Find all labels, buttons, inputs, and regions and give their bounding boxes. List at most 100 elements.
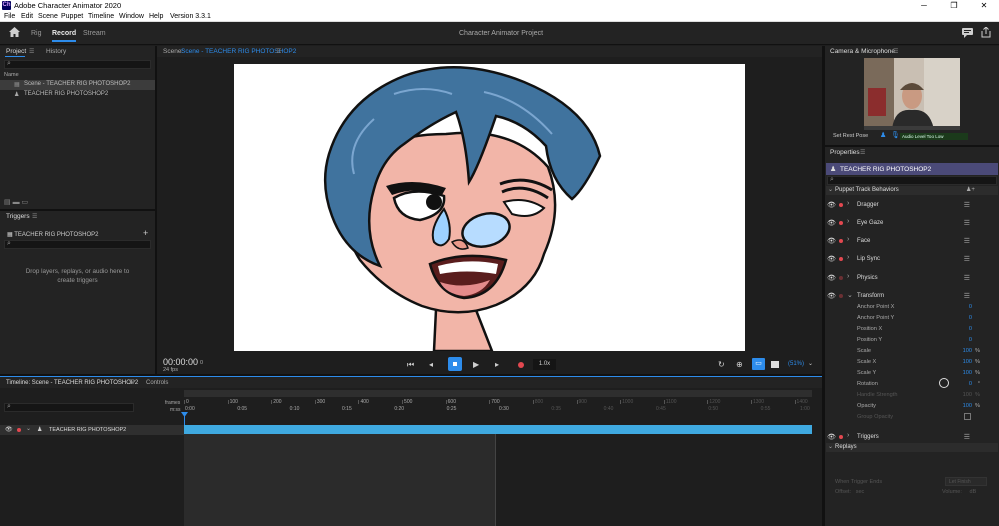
behavior-lip-sync[interactable]: 👁 › Lip Sync ☰ <box>826 253 998 265</box>
behavior-menu-icon[interactable]: ☰ <box>964 237 970 245</box>
properties-search-input[interactable]: ⌕ <box>827 176 997 185</box>
share-icon[interactable] <box>981 27 991 38</box>
project-menu-icon[interactable]: ☰ <box>29 48 34 55</box>
record-arm-icon[interactable] <box>839 294 843 298</box>
record-arm-icon[interactable] <box>839 435 843 439</box>
zoom-level[interactable]: (51%) <box>788 361 804 367</box>
rest-pose-icon[interactable]: ♟ <box>880 131 886 139</box>
param-value[interactable]: 0 <box>969 315 972 321</box>
behavior-dragger[interactable]: 👁 › Dragger ☰ <box>826 199 998 211</box>
camera-menu-icon[interactable]: ☰ <box>893 48 898 55</box>
chevron-right-icon[interactable]: › <box>847 218 849 225</box>
playback-speed[interactable]: 1.0x <box>533 359 556 370</box>
play-icon[interactable]: ▶ <box>473 360 479 369</box>
behavior-menu-icon[interactable]: ☰ <box>964 255 970 263</box>
param-rotation[interactable]: Rotation 0 ° <box>857 378 980 390</box>
param-anchor-point-y[interactable]: Anchor Point Y 0 <box>857 313 972 324</box>
folder-icon[interactable]: ▬ <box>13 199 20 206</box>
behavior-transform[interactable]: 👁 ⌄ Transform ☰ <box>826 290 998 302</box>
eye-icon[interactable]: 👁 <box>827 219 836 227</box>
new-scene-icon[interactable]: ▤ <box>4 199 11 206</box>
behavior-face[interactable]: 👁 › Face ☰ <box>826 235 998 247</box>
param-position-x[interactable]: Position X 0 <box>857 324 972 335</box>
behavior-eye-gaze[interactable]: 👁 › Eye Gaze ☰ <box>826 217 998 229</box>
record-arm-icon[interactable] <box>839 276 843 280</box>
chevron-right-icon[interactable]: › <box>847 432 849 439</box>
preview-icon[interactable]: ▭ <box>752 358 765 370</box>
eye-icon[interactable]: 👁 <box>827 274 836 282</box>
menu-edit[interactable]: Edit <box>21 13 33 20</box>
tab-rig[interactable]: Rig <box>31 30 42 37</box>
menu-puppet[interactable]: Puppet <box>61 13 83 20</box>
add-behavior-icon[interactable]: ♟+ <box>966 186 975 193</box>
param-scale-x[interactable]: Scale X 100% <box>857 357 980 368</box>
behavior-triggers[interactable]: 👁 › Triggers ☰ <box>826 431 998 443</box>
record-arm-icon[interactable] <box>839 221 843 225</box>
group-opacity-checkbox[interactable] <box>964 413 971 420</box>
chevron-right-icon[interactable]: › <box>847 254 849 261</box>
set-rest-pose-button[interactable]: Set Rest Pose <box>833 133 868 139</box>
timeline-scrollbar[interactable] <box>184 390 812 397</box>
rotation-dial-icon[interactable] <box>939 378 949 388</box>
param-value[interactable]: 0 <box>969 381 972 387</box>
background-swatch[interactable] <box>771 361 779 368</box>
properties-menu-icon[interactable]: ☰ <box>860 149 865 156</box>
param-value[interactable]: 0 <box>969 326 972 332</box>
record-arm-icon[interactable] <box>839 257 843 261</box>
record-arm-icon[interactable] <box>839 239 843 243</box>
chat-icon[interactable] <box>962 28 973 38</box>
record-arm-icon[interactable] <box>17 428 21 432</box>
menu-version[interactable]: Version 3.3.1 <box>170 13 211 20</box>
behavior-menu-icon[interactable]: ☰ <box>964 219 970 227</box>
behavior-menu-icon[interactable]: ☰ <box>964 274 970 282</box>
triggers-search-input[interactable]: ⌕ <box>4 240 151 249</box>
param-value[interactable]: 100 <box>963 370 972 376</box>
microphone-icon[interactable]: 🎙 <box>891 131 900 139</box>
param-value[interactable]: 0 <box>969 337 972 343</box>
behavior-menu-icon[interactable]: ☰ <box>964 201 970 209</box>
stop-button[interactable] <box>448 357 462 371</box>
selected-puppet-row[interactable]: ♟ TEACHER RIG PHOTOSHOP2 <box>826 163 998 175</box>
tab-controls[interactable]: Controls <box>146 380 168 386</box>
behavior-physics[interactable]: 👁 › Physics ☰ <box>826 272 998 284</box>
maximize-icon[interactable]: ❐ <box>939 0 969 11</box>
triggers-menu-icon[interactable]: ☰ <box>32 213 37 220</box>
param-position-y[interactable]: Position Y 0 <box>857 335 972 346</box>
column-name[interactable]: Name <box>4 72 19 78</box>
menu-help[interactable]: Help <box>149 13 163 20</box>
timeline-track-header[interactable]: 👁 ⌄ ♟ TEACHER RIG PHOTOSHOP2 <box>0 425 184 435</box>
param-opacity[interactable]: Opacity 100% <box>857 401 980 412</box>
triggers-puppet-row[interactable]: ▦ TEACHER RIG PHOTOSHOP2 <box>7 231 98 238</box>
project-item-scene[interactable]: ▦ Scene - TEACHER RIG PHOTOSHOP2 <box>0 80 155 90</box>
menu-timeline[interactable]: Timeline <box>88 13 114 20</box>
project-search-input[interactable]: ⌕ <box>4 60 151 69</box>
param-value[interactable]: 100 <box>963 359 972 365</box>
tab-record[interactable]: Record <box>52 30 77 42</box>
scene-stage[interactable] <box>234 64 745 351</box>
menu-scene[interactable]: Scene <box>38 13 58 20</box>
menu-window[interactable]: Window <box>119 13 144 20</box>
project-item-puppet[interactable]: ♟ TEACHER RIG PHOTOSHOP2 <box>0 90 155 100</box>
minimize-icon[interactable]: ─ <box>909 0 939 11</box>
loop-icon[interactable]: ↻ <box>718 360 725 369</box>
track-bar[interactable] <box>184 425 812 434</box>
step-back-icon[interactable]: ◂ <box>429 360 433 369</box>
chevron-down-icon[interactable]: ⌄ <box>847 291 853 299</box>
tab-project[interactable]: Project <box>6 48 26 55</box>
eye-icon[interactable]: 👁 <box>827 255 836 263</box>
param-anchor-point-x[interactable]: Anchor Point X 0 <box>857 302 972 313</box>
menu-file[interactable]: File <box>4 13 15 20</box>
scene-menu-icon[interactable]: ☰ <box>276 48 281 55</box>
eye-icon[interactable]: 👁 <box>827 433 836 441</box>
go-to-start-icon[interactable]: ⏮ <box>407 360 414 370</box>
timeline-menu-icon[interactable]: ☰ <box>129 379 134 386</box>
chevron-right-icon[interactable]: › <box>847 236 849 243</box>
record-button[interactable] <box>518 362 524 368</box>
home-icon[interactable] <box>9 27 20 37</box>
new-item-icon[interactable]: ▭ <box>22 199 29 206</box>
timeline-search-input[interactable]: ⌕ <box>4 403 134 412</box>
record-arm-icon[interactable] <box>839 203 843 207</box>
chevron-right-icon[interactable]: › <box>847 200 849 207</box>
param-value[interactable]: 100 <box>963 403 972 409</box>
tab-stream[interactable]: Stream <box>83 30 106 37</box>
